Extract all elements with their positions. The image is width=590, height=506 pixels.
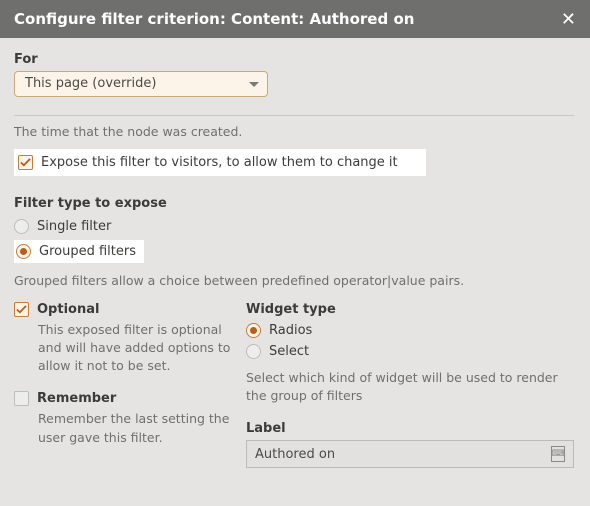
optional-block: Optional This exposed filter is optional… xyxy=(14,302,234,375)
radio-selected[interactable] xyxy=(16,244,31,259)
widget-select[interactable]: Select xyxy=(246,342,574,361)
optional-row[interactable]: Optional xyxy=(14,302,234,317)
keyboard-icon: ⌨ xyxy=(551,446,565,462)
check-icon xyxy=(20,157,31,168)
caret-down-icon xyxy=(249,82,259,87)
radio-unselected[interactable] xyxy=(14,219,29,234)
filter-type-grouped-label: Grouped filters xyxy=(39,244,136,259)
expose-filter-row[interactable]: Expose this filter to visitors, to allow… xyxy=(14,149,426,176)
close-icon[interactable]: ✕ xyxy=(561,9,576,30)
radio-selected[interactable] xyxy=(246,323,261,338)
radio-dot-icon xyxy=(20,248,27,255)
widget-type-heading: Widget type xyxy=(246,302,574,317)
for-select[interactable]: This page (override) xyxy=(14,71,268,97)
widget-help: Select which kind of widget will be used… xyxy=(246,369,574,405)
dialog-title: Configure filter criterion: Content: Aut… xyxy=(14,10,414,28)
widget-radios-label: Radios xyxy=(269,323,312,338)
for-select-value: This page (override) xyxy=(25,76,156,91)
remember-checkbox[interactable] xyxy=(14,391,29,406)
filter-type-heading: Filter type to expose xyxy=(14,196,574,211)
field-description: The time that the node was created. xyxy=(14,124,574,139)
remember-help: Remember the last setting the user gave … xyxy=(38,410,234,446)
optional-label: Optional xyxy=(37,302,99,317)
label-input-value: Authored on xyxy=(255,447,335,462)
remember-block: Remember Remember the last setting the u… xyxy=(14,391,234,446)
label-input[interactable]: Authored on ⌨ xyxy=(246,440,574,468)
expose-checkbox[interactable] xyxy=(18,155,33,170)
widget-select-label: Select xyxy=(269,344,309,359)
expose-label: Expose this filter to visitors, to allow… xyxy=(41,155,398,170)
optional-checkbox[interactable] xyxy=(14,302,29,317)
remember-row[interactable]: Remember xyxy=(14,391,234,406)
divider xyxy=(14,115,574,116)
dialog-titlebar: Configure filter criterion: Content: Aut… xyxy=(0,0,590,38)
label-field-label: Label xyxy=(246,421,574,436)
radio-unselected[interactable] xyxy=(246,344,261,359)
optional-help: This exposed filter is optional and will… xyxy=(38,321,234,375)
for-label: For xyxy=(14,52,574,67)
remember-label: Remember xyxy=(37,391,116,406)
filter-type-single[interactable]: Single filter xyxy=(14,217,574,236)
radio-dot-icon xyxy=(250,327,257,334)
filter-type-grouped[interactable]: Grouped filters xyxy=(14,240,144,263)
filter-type-single-label: Single filter xyxy=(37,219,111,234)
widget-radios[interactable]: Radios xyxy=(246,321,574,340)
check-icon xyxy=(16,304,27,315)
filter-type-help: Grouped filters allow a choice between p… xyxy=(14,273,574,288)
dialog-content: For This page (override) The time that t… xyxy=(0,38,590,468)
